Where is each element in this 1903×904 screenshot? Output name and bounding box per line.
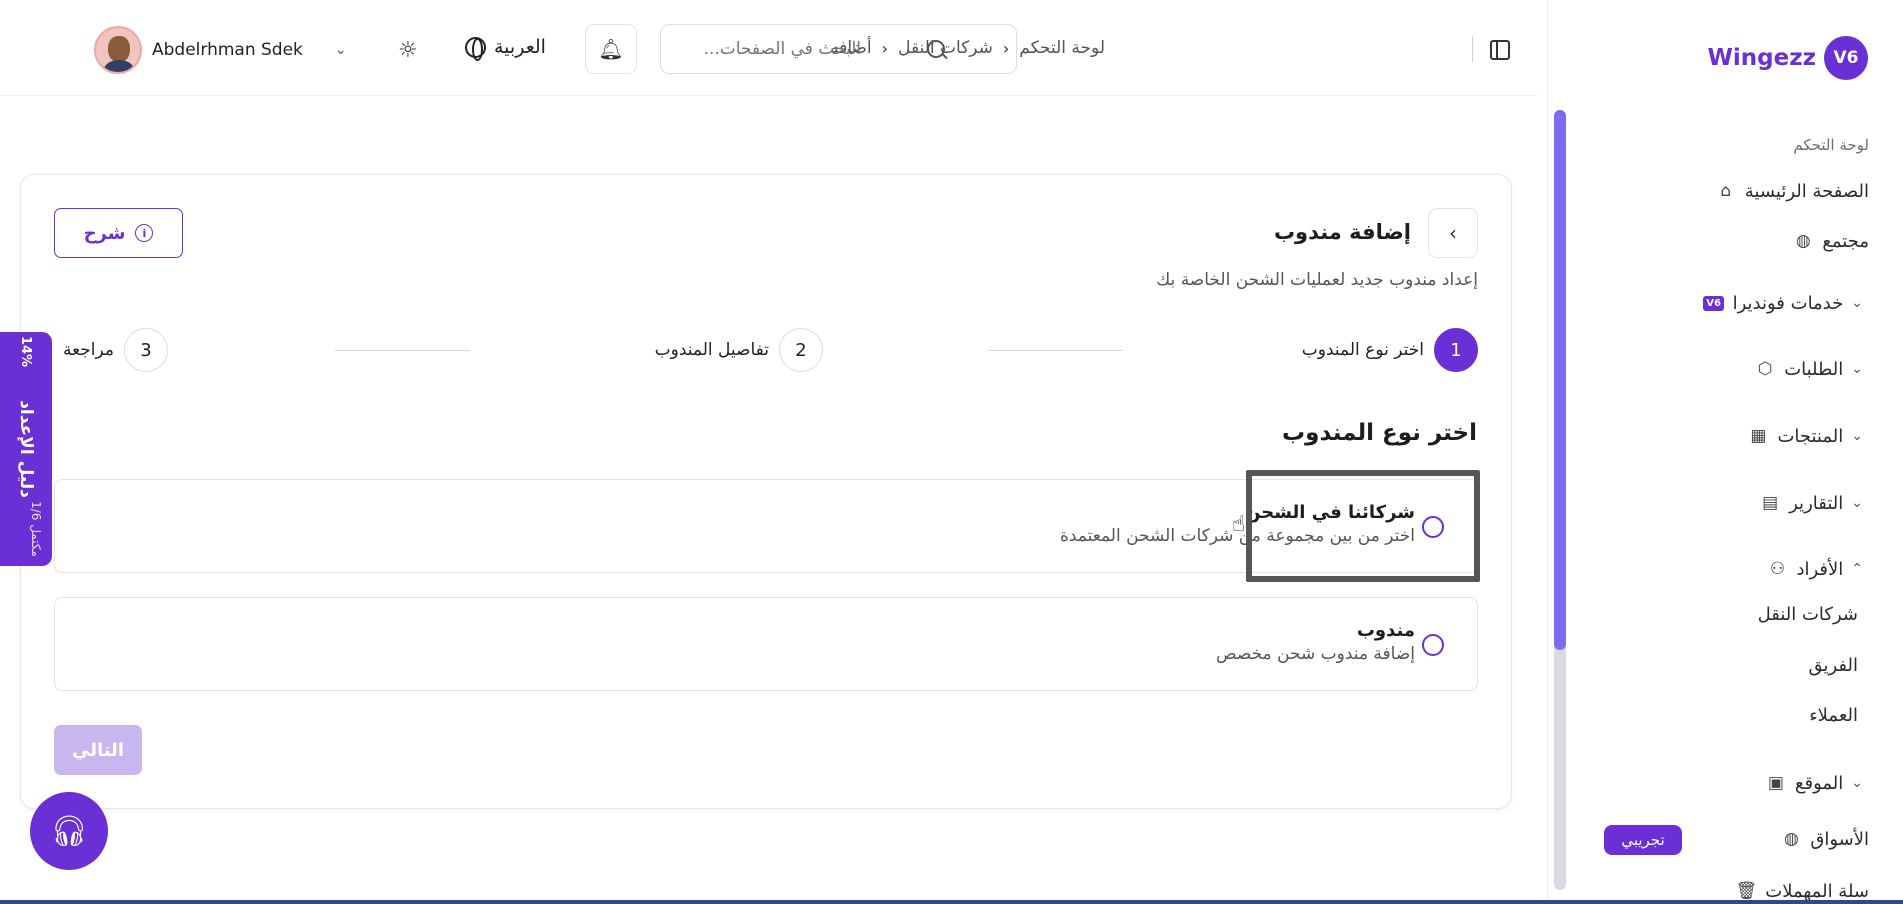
step-2: 2 تفاصيل المندوب — [655, 328, 823, 372]
top-header: لوحة التحكم ‹ شركات النقل ‹ أضافه 🔔︎ الع… — [0, 0, 1537, 96]
sidebar-toggle-icon[interactable] — [1490, 40, 1510, 60]
sidebar-item-people[interactable]: ⚇ الأفراد ⌃ — [1766, 558, 1869, 580]
sidebar-item-label: التقارير — [1789, 492, 1844, 514]
step-label: مراجعة — [62, 340, 114, 360]
option-title: مندوب — [1356, 620, 1415, 641]
theme-toggle-sun-icon[interactable]: ☼ — [398, 38, 418, 63]
step-number: 3 — [124, 328, 168, 372]
option-title: شركائنا في الشحن — [1245, 502, 1415, 523]
sidebar-subitem-team[interactable]: الفريق — [1808, 655, 1858, 676]
sidebar-item-label: الصفحة الرئيسية — [1744, 180, 1869, 202]
notifications-button[interactable]: 🔔︎ — [585, 24, 637, 74]
search-icon — [927, 40, 945, 58]
sidebar-scrollbar[interactable] — [1554, 110, 1566, 890]
globe-icon: ◍ — [1795, 231, 1811, 251]
guide-label: دليل الإعداد — [16, 400, 36, 498]
sidebar-item-community[interactable]: ◍ مجتمع — [1792, 230, 1869, 252]
report-icon: ▤ — [1762, 493, 1779, 513]
breadcrumb-divider — [1472, 36, 1473, 62]
sidebar-item-label: الموقع — [1794, 772, 1844, 794]
language-switcher[interactable]: العربية — [465, 36, 546, 61]
chevron-up-icon: ⌃ — [1851, 561, 1863, 577]
info-icon: i — [135, 224, 154, 242]
brand-name: Wingezz — [1707, 45, 1816, 71]
brand-logo-icon: V6 — [1824, 36, 1868, 80]
globe-icon — [465, 36, 486, 61]
window-bottom-bar — [0, 900, 1903, 904]
globe-icon: ◍ — [1783, 829, 1799, 849]
chevron-left-icon: ‹ — [1449, 221, 1457, 245]
guide-progress: 1/6 مكتمل — [28, 501, 43, 557]
explain-label: شرح — [83, 222, 126, 244]
breadcrumb-item-dashboard[interactable]: لوحة التحكم — [1019, 38, 1105, 58]
section-title: اختر نوع المندوب — [1282, 420, 1477, 446]
step-1: 1 اختر نوع المندوب — [1302, 328, 1478, 372]
chevron-down-icon: ⌄ — [1851, 775, 1863, 791]
headphones-icon: 🎧︎ — [49, 813, 89, 849]
hand-cursor-icon: ☝ — [1232, 512, 1246, 537]
box-icon: ⬡ — [1757, 359, 1773, 379]
setup-guide-tab[interactable]: 14% دليل الإعداد 1/6 مكتمل — [0, 332, 52, 566]
user-menu[interactable]: Abdelrhman Sdek ⌄ — [94, 26, 347, 74]
chevron-down-icon: ⌄ — [1851, 495, 1863, 511]
avatar — [94, 26, 142, 74]
radio-button[interactable] — [1422, 634, 1444, 656]
guide-percent: 14% — [18, 335, 34, 368]
search-box[interactable] — [660, 24, 1017, 74]
home-icon: ⌂ — [1720, 181, 1732, 201]
vs-icon: V6 — [1703, 292, 1725, 314]
sidebar-subitem-customers[interactable]: العملاء — [1809, 705, 1858, 726]
brand[interactable]: Wingezz V6 — [1708, 36, 1868, 80]
step-connector — [988, 350, 1123, 351]
step-number: 1 — [1434, 328, 1478, 372]
step-label: اختر نوع المندوب — [1301, 340, 1424, 360]
sidebar-item-site[interactable]: ▣ الموقع ⌄ — [1765, 772, 1869, 794]
users-icon: ⚇ — [1769, 559, 1786, 579]
chevron-down-icon: ⌄ — [1851, 428, 1863, 444]
option-shipping-partners[interactable]: شركائنا في الشحن اختر من بين مجموعة من ش… — [54, 479, 1478, 573]
sidebar-scrollbar-thumb[interactable] — [1554, 110, 1566, 650]
boxes-icon: ▦ — [1750, 426, 1767, 446]
page-subtitle: إعداد مندوب جديد لعمليات الشحن الخاصة بك — [1156, 270, 1478, 290]
radio-button[interactable] — [1422, 516, 1444, 538]
support-button[interactable]: 🎧︎ — [30, 792, 108, 870]
sidebar-item-products[interactable]: ▦ المنتجات ⌄ — [1747, 425, 1869, 447]
sidebar-item-orders[interactable]: ⬡ الطلبات ⌄ — [1754, 358, 1869, 380]
chevron-down-icon: ⌄ — [334, 42, 347, 58]
option-custom-courier[interactable]: مندوب إضافة مندوب شحن مخصص — [54, 597, 1478, 691]
sidebar-item-services[interactable]: V6 خدمات فونديرا ⌄ — [1703, 292, 1869, 314]
sidebar: Wingezz V6 لوحة التحكم ⌂ الصفحة الرئيسية… — [1547, 0, 1903, 904]
search-input[interactable] — [661, 39, 861, 59]
bell-icon: 🔔︎ — [598, 37, 624, 61]
sidebar-item-label: المنتجات — [1777, 425, 1844, 447]
sidebar-item-home[interactable]: ⌂ الصفحة الرئيسية — [1715, 180, 1869, 202]
sidebar-item-label: خدمات فونديرا — [1732, 292, 1844, 314]
step-number: 2 — [779, 328, 823, 372]
sidebar-item-label: مجتمع — [1822, 230, 1869, 252]
sidebar-item-markets[interactable]: ◍ الأسواق — [1780, 828, 1869, 850]
store-icon: ▣ — [1767, 773, 1784, 793]
chevron-down-icon: ⌄ — [1851, 295, 1863, 311]
sidebar-section-label: لوحة التحكم — [1793, 136, 1869, 154]
step-3: 3 مراجعة — [63, 328, 168, 372]
next-button[interactable]: التالي — [54, 725, 142, 775]
trash-icon: 🗑 — [1735, 881, 1758, 901]
step-connector — [335, 350, 470, 351]
step-label: تفاصيل المندوب — [654, 340, 769, 360]
option-description: إضافة مندوب شحن مخصص — [1216, 644, 1415, 664]
sidebar-item-label: الأسواق — [1810, 828, 1869, 850]
language-label: العربية — [494, 36, 546, 58]
back-button[interactable]: ‹ — [1428, 208, 1478, 258]
sidebar-item-label: الأفراد — [1796, 558, 1844, 580]
page-title: إضافة مندوب — [1273, 220, 1411, 244]
sidebar-item-reports[interactable]: ▤ التقارير ⌄ — [1759, 492, 1869, 514]
chevron-down-icon: ⌄ — [1851, 361, 1863, 377]
explain-button[interactable]: i شرح — [54, 208, 183, 258]
user-name: Abdelrhman Sdek — [152, 40, 303, 60]
sidebar-subitem-shipping[interactable]: شركات النقل — [1758, 604, 1858, 625]
sidebar-item-label: الطلبات — [1784, 358, 1844, 380]
sidebar-item-label: سلة المهملات — [1765, 880, 1869, 902]
trial-badge: تجريبي — [1604, 825, 1682, 855]
